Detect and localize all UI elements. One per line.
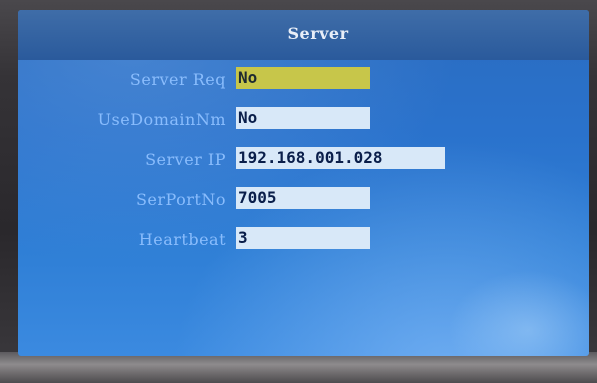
field-server-port[interactable]: 7005 (236, 187, 370, 209)
label-server-port: SerPortNo (135, 190, 226, 209)
field-use-domain-name[interactable]: No (236, 107, 370, 129)
title-bar: Server (18, 10, 589, 60)
field-heartbeat[interactable]: 3 (236, 227, 370, 249)
label-server-ip: Server IP (145, 150, 226, 169)
device-bezel-bottom (0, 352, 597, 383)
field-server-ip[interactable]: 192.168.001.028 (236, 147, 445, 169)
page-title: Server (287, 24, 349, 43)
screen-glare (448, 270, 589, 356)
label-heartbeat: Heartbeat (138, 230, 226, 249)
field-server-req[interactable]: No (236, 67, 370, 89)
label-use-domain-name: UseDomainNm (97, 110, 226, 129)
label-server-req: Server Req (129, 70, 226, 89)
lcd-screen: Server Server Req No UseDomainNm No Serv… (18, 10, 589, 356)
